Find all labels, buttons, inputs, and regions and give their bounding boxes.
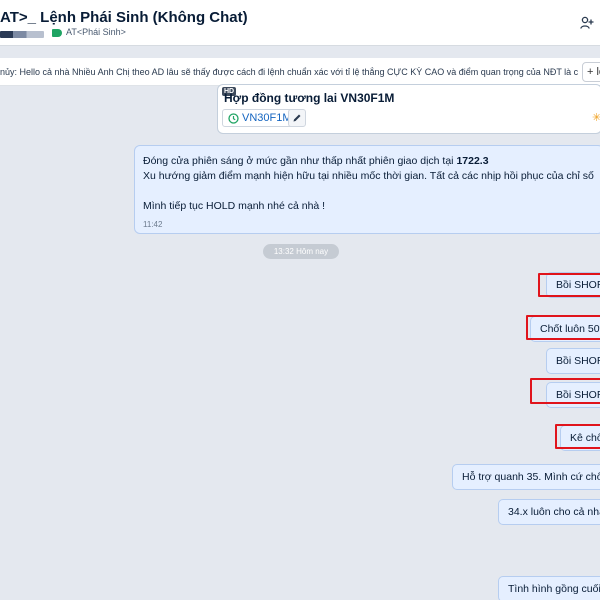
pencil-icon — [293, 114, 301, 122]
price-value: 1722.3 — [456, 155, 489, 167]
sent-message[interactable]: Bồi SHORT — [546, 382, 600, 408]
pinned-message-text[interactable]: nủy: Hello cả nhà Nhiều Anh Chị theo AD … — [0, 67, 578, 77]
pinned-message-bar[interactable]: nủy: Hello cả nhà Nhiều Anh Chị theo AD … — [0, 58, 600, 86]
futures-contract-card[interactable]: HD Hợp đồng tương lai VN30F1M VN30F1M ✳ — [217, 84, 600, 134]
symbol-chip[interactable]: VN30F1M — [222, 109, 298, 127]
sent-message[interactable]: Bồi SHORT — [546, 348, 600, 374]
chat-header: AT>_ Lệnh Phái Sinh (Không Chat) AT<Phái… — [0, 0, 600, 46]
label-tag-icon — [52, 29, 62, 37]
date-separator: 13:32 Hôm nay — [263, 244, 339, 259]
card-title: Hợp đồng tương lai VN30F1M — [224, 91, 395, 105]
sent-message[interactable]: Bồi SHORT — [546, 272, 600, 298]
message-line-2: Xu hướng giảm điểm mạnh hiện hữu tại nhi… — [143, 170, 595, 182]
message-line-1: Đóng cửa phiên sáng ở mức gần như thấp n… — [143, 155, 489, 167]
symbol-chip-label: VN30F1M — [242, 112, 292, 124]
sent-message[interactable]: Chốt luôn 50% — [530, 316, 600, 342]
edit-button[interactable] — [288, 109, 306, 127]
add-member-button[interactable] — [576, 12, 598, 34]
add-member-icon — [580, 16, 594, 29]
sent-message[interactable]: Kê chốt — [560, 425, 600, 451]
pinned-expand-button[interactable]: + lệ — [582, 62, 600, 82]
conversation-title[interactable]: AT>_ Lệnh Phái Sinh (Không Chat) — [0, 9, 248, 26]
message-time: 11:42 — [143, 220, 163, 229]
message-line-3: Mình tiếp tục HOLD mạnh nhé cả nhà ! — [143, 200, 326, 212]
sparkle-icon: ✳ — [592, 112, 600, 124]
message-bubble[interactable]: Đóng cửa phiên sáng ở mức gần như thấp n… — [134, 145, 600, 234]
sent-message[interactable]: 34.x luôn cho cả nhà. — [498, 499, 600, 525]
clock-icon — [228, 112, 239, 124]
sent-message[interactable]: Tình hình gồng cuối p — [498, 576, 600, 600]
conversation-label[interactable]: AT<Phái Sinh> — [66, 27, 126, 37]
member-avatars[interactable] — [0, 31, 44, 38]
sent-message[interactable]: Hỗ trợ quanh 35. Mình cứ chốt 3 — [452, 464, 600, 490]
